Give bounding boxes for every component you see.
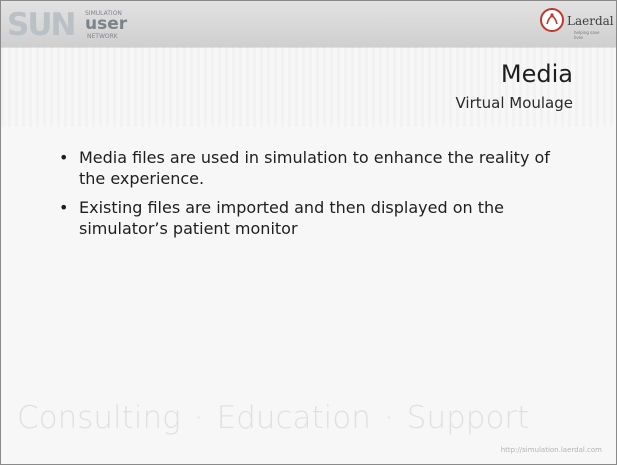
bullet-text: Existing files are imported and then dis… [79,198,504,238]
bullet-dot-icon: • [59,198,69,217]
slide-title: Media [500,60,573,88]
bullet-item: • Existing files are imported and then d… [59,197,579,239]
laerdal-name: Laerdal [567,14,614,28]
laerdal-tagline: helping save lives [574,30,600,40]
bullet-dot-icon: • [59,148,69,167]
footer-url: http://simulation.laerdal.com [500,446,602,454]
slide-subtitle: Virtual Moulage [455,94,573,112]
bullet-list: • Media files are used in simulation to … [59,147,579,247]
footer-watermark: Consulting · Education · Support [17,398,529,438]
footer-separator: · [193,400,204,436]
footer-consulting: Consulting [17,400,181,436]
laerdal-logo: Laerdal helping save lives [540,7,614,41]
bullet-item: • Media files are used in simulation to … [59,147,579,189]
bullet-text: Media files are used in simulation to en… [79,148,550,188]
footer-support: Support [406,400,530,436]
footer-separator: · [383,400,394,436]
sun-logo-network: NETWORK [87,33,118,40]
header-bar: SUN SIMULATION user NETWORK Laerdal help… [1,1,616,48]
sun-logo-letters: SUN [7,7,76,43]
footer-education: Education [216,400,371,436]
sun-logo-user: user [85,14,128,34]
slide: SUN SIMULATION user NETWORK Laerdal help… [0,0,617,465]
laerdal-emblem-icon [540,8,564,32]
